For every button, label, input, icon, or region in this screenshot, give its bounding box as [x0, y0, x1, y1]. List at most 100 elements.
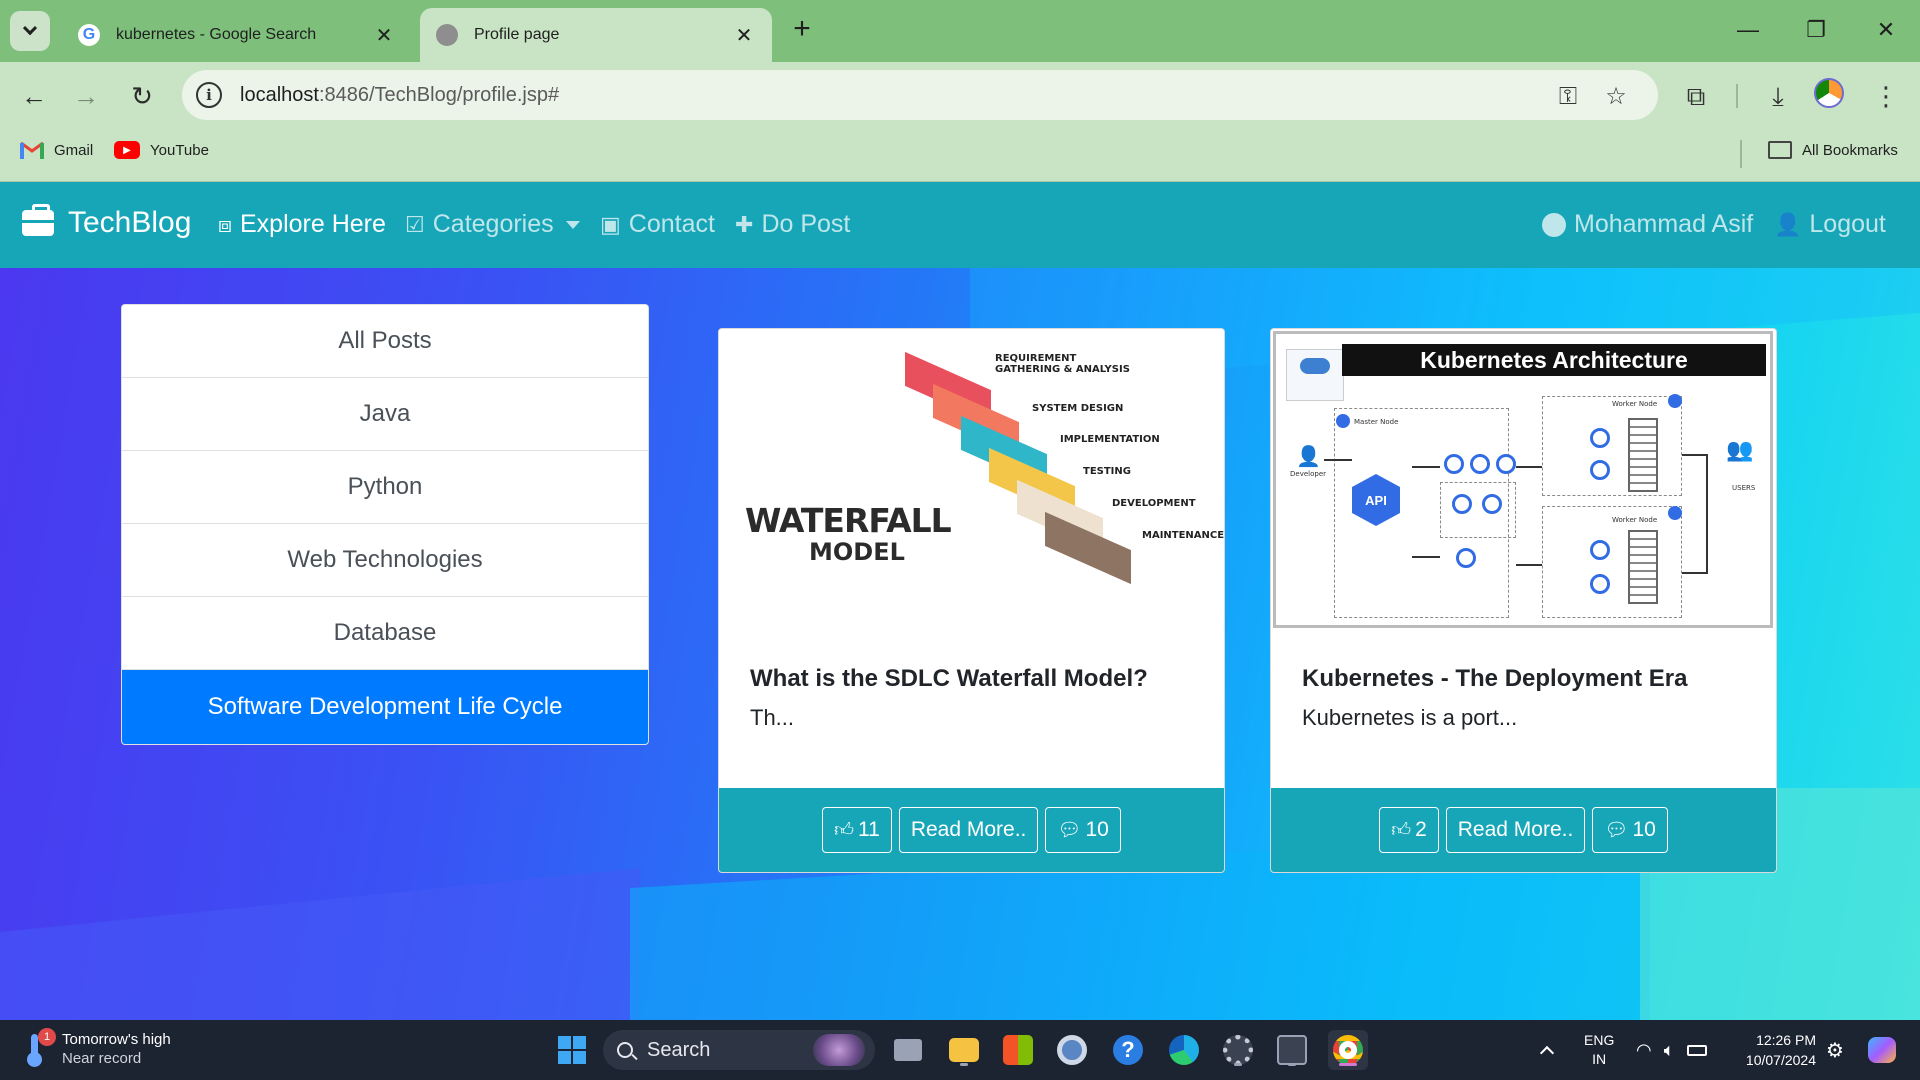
start-button[interactable] — [552, 1030, 592, 1070]
diagram-heading: Kubernetes Architecture — [1342, 344, 1766, 376]
gear-icon: ⚙ — [1826, 1039, 1844, 1062]
new-tab-button[interactable]: + — [786, 14, 818, 46]
nav-label: Categories — [432, 210, 554, 238]
chrome-button[interactable] — [1328, 1030, 1368, 1070]
minimize-button[interactable]: — — [1728, 12, 1768, 48]
cloud-controller-icon — [1482, 494, 1502, 514]
store-button[interactable] — [998, 1030, 1038, 1070]
nav-contact[interactable]: ▣ Contact — [600, 210, 715, 239]
post-excerpt: Kubernetes is a port... — [1302, 705, 1518, 730]
user-name: Mohammad Asif — [1574, 210, 1754, 238]
language-indicator[interactable]: ENG IN — [1584, 1020, 1614, 1080]
file-explorer-button[interactable] — [944, 1030, 984, 1070]
settings-button[interactable] — [1218, 1030, 1258, 1070]
restore-button[interactable]: ❐ — [1796, 12, 1836, 48]
key-icon[interactable]: ⚿ — [1554, 83, 1582, 111]
scheduler-icon — [1456, 548, 1476, 568]
show-hidden-icons[interactable] — [1539, 1020, 1555, 1080]
like-count: 11 — [858, 818, 880, 841]
nav-label: Contact — [628, 210, 715, 238]
info-icon[interactable]: i — [196, 82, 222, 108]
tab-profile-page[interactable]: Profile page ✕ — [420, 8, 772, 62]
bookmarks-divider — [1740, 140, 1742, 168]
category-python[interactable]: Python — [122, 451, 648, 524]
category-sdlc[interactable]: Software Development Life Cycle — [122, 670, 648, 744]
bookmark-gmail[interactable]: Gmail — [20, 141, 93, 159]
like-button[interactable]: 👍︎ 11 — [822, 807, 892, 853]
kubernetes-diagram: Kubernetes Architecture 👤 Developer Mast… — [1273, 331, 1773, 628]
brand-name: TechBlog — [68, 206, 192, 239]
category-java[interactable]: Java — [122, 378, 648, 451]
star-icon[interactable]: ☆ — [1602, 83, 1630, 111]
brand-link[interactable]: TechBlog — [22, 204, 192, 240]
master-node-label: Master Node — [1354, 418, 1399, 426]
plus-icon: ✚ — [735, 211, 754, 237]
read-more-button[interactable]: Read More.. — [898, 807, 1039, 853]
category-web-technologies[interactable]: Web Technologies — [122, 524, 648, 597]
users-icon: 👥 — [1726, 438, 1754, 463]
waterfall-step-label: DEVELOPMENT — [1112, 498, 1196, 509]
category-all-posts[interactable]: All Posts — [122, 305, 648, 378]
profile-avatar-icon[interactable] — [1814, 78, 1850, 114]
reload-button[interactable]: ↻ — [122, 76, 162, 116]
edge-button[interactable] — [1164, 1030, 1204, 1070]
folder-icon — [1768, 141, 1792, 159]
settings-app-button[interactable] — [1052, 1030, 1092, 1070]
post-title[interactable]: What is the SDLC Waterfall Model? — [750, 665, 1204, 693]
nav-logout[interactable]: 👤 Logout — [1774, 210, 1886, 239]
tab-search-button[interactable] — [10, 11, 50, 51]
extensions-icon[interactable]: ⧉ — [1678, 78, 1714, 114]
comments-button[interactable]: 💬︎ 10 — [1592, 807, 1668, 853]
comment-icon: 💬︎ — [1604, 820, 1629, 841]
task-view-button[interactable] — [888, 1030, 928, 1070]
notifications-button[interactable]: ⚙ — [1826, 1020, 1844, 1080]
nav-categories-dropdown[interactable]: ☑ Categories — [405, 210, 580, 239]
more-menu-icon[interactable]: ⋮ — [1868, 78, 1904, 114]
nav-user-profile[interactable]: Mohammad Asif — [1542, 210, 1753, 239]
briefcase-icon — [22, 204, 54, 236]
waterfall-step-label: IMPLEMENTATION — [1060, 434, 1160, 445]
wifi-icon: ◠ — [1636, 1039, 1652, 1060]
tab-google-search[interactable]: G kubernetes - Google Search ✕ — [62, 8, 412, 62]
forward-button[interactable]: → — [66, 76, 106, 116]
close-window-button[interactable]: ✕ — [1866, 12, 1906, 48]
tab-strip: G kubernetes - Google Search ✕ Profile p… — [0, 0, 1920, 62]
waterfall-heading: WATERFALL MODEL — [745, 501, 952, 566]
address-bar[interactable]: i localhost:8486/TechBlog/profile.jsp# ⚿… — [182, 70, 1658, 120]
connector-line — [1516, 466, 1542, 468]
close-icon[interactable]: ✕ — [732, 23, 756, 48]
nav-label: Do Post — [761, 210, 851, 238]
developer-label: Developer — [1290, 470, 1327, 478]
controller-manager-box — [1440, 482, 1516, 538]
all-bookmarks-button[interactable]: All Bookmarks — [1768, 141, 1898, 159]
weather-widget[interactable]: 1 Tomorrow's high Near record — [26, 1028, 171, 1068]
close-icon[interactable]: ✕ — [372, 23, 396, 48]
url-text[interactable]: localhost:8486/TechBlog/profile.jsp# — [240, 84, 559, 107]
connector-line — [1682, 454, 1706, 456]
system-tray-status[interactable]: ◠ 🔈︎ — [1636, 1020, 1707, 1080]
post-title[interactable]: Kubernetes - The Deployment Era — [1302, 665, 1756, 693]
nav-explore-here[interactable]: ⧈ Explore Here — [218, 210, 386, 239]
waterfall-step-label: MAINTENANCE — [1142, 530, 1225, 541]
kubernetes-icon — [1668, 394, 1682, 408]
clock[interactable]: 12:26 PM 10/07/2024 — [1736, 1030, 1816, 1070]
help-app-button[interactable]: ? — [1108, 1030, 1148, 1070]
kube-proxy-icon — [1590, 460, 1610, 480]
date: 10/07/2024 — [1745, 1052, 1816, 1068]
category-database[interactable]: Database — [122, 597, 648, 670]
post-image-kubernetes: Kubernetes Architecture 👤 Developer Mast… — [1271, 329, 1776, 634]
read-more-button[interactable]: Read More.. — [1445, 807, 1586, 853]
download-icon[interactable]: ⤓ — [1760, 78, 1796, 114]
bookmark-youtube[interactable]: ▶ YouTube — [114, 141, 209, 159]
all-bookmarks-label: All Bookmarks — [1802, 141, 1898, 159]
pod-stack-icon — [1628, 530, 1658, 604]
like-button[interactable]: 👍︎ 2 — [1379, 807, 1439, 853]
copilot-button[interactable] — [1868, 1020, 1896, 1080]
comments-button[interactable]: 💬︎ 10 — [1045, 807, 1121, 853]
etcd-icon — [1444, 454, 1464, 474]
terminal-button[interactable] — [1272, 1030, 1312, 1070]
nav-label: Explore Here — [240, 210, 386, 238]
taskbar-search[interactable]: Search — [603, 1030, 875, 1070]
nav-do-post[interactable]: ✚ Do Post — [735, 210, 850, 239]
back-button[interactable]: ← — [14, 76, 54, 116]
